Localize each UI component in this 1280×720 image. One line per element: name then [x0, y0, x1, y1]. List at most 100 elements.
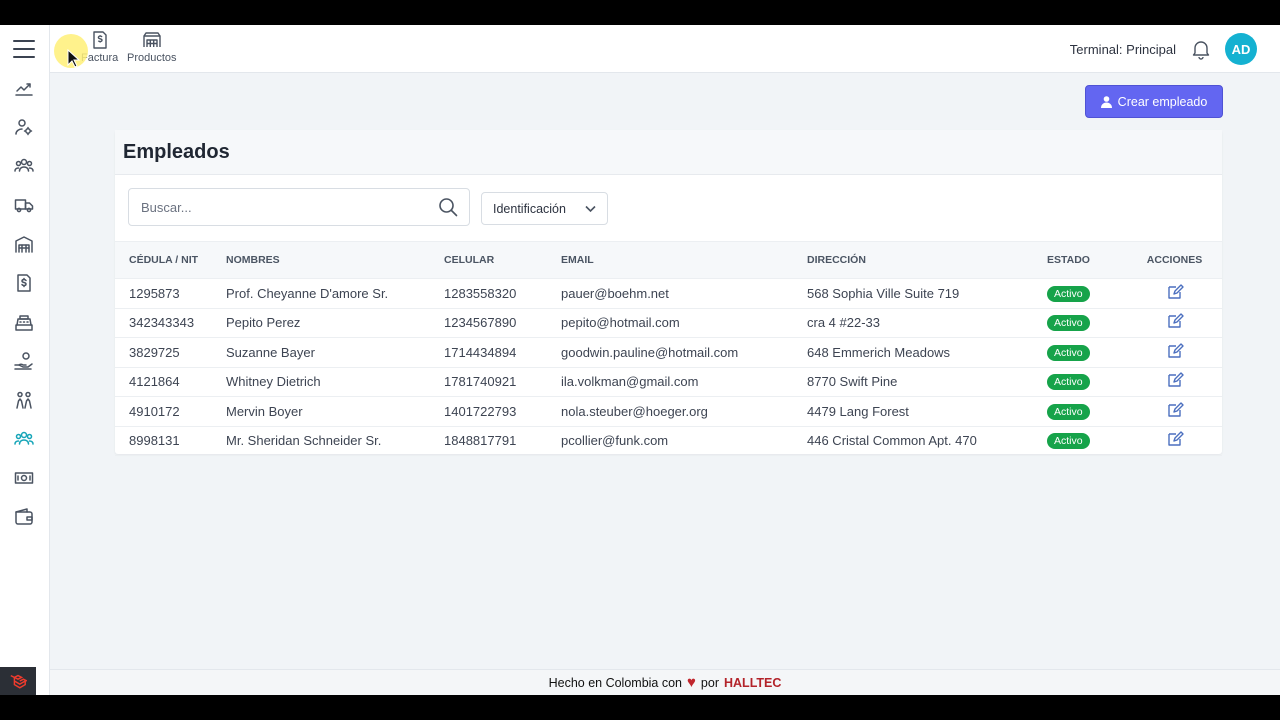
laravel-logo-icon	[0, 667, 36, 695]
cell-celular: 1781740921	[444, 374, 517, 390]
money-icon[interactable]	[13, 467, 35, 489]
cell-acciones	[1131, 308, 1222, 338]
cash-register-icon[interactable]	[13, 311, 35, 333]
chart-line-icon[interactable]	[13, 77, 35, 99]
heart-icon: ♥	[687, 674, 696, 691]
cell-acciones	[1131, 338, 1222, 368]
status-badge: Activo	[1047, 403, 1090, 420]
warehouse-icon	[143, 32, 161, 47]
cell-email: ila.volkman@gmail.com	[561, 374, 699, 390]
cell-nombres: Suzanne Bayer	[226, 344, 315, 360]
cell-cedula: 8998131	[129, 433, 180, 449]
cell-email: nola.steuber@hoeger.org	[561, 403, 708, 419]
invoice-icon	[92, 31, 107, 49]
cell-cedula: 1295873	[129, 285, 180, 301]
cell-celular: 1234567890	[444, 315, 517, 331]
footer: Hecho en Colombia con ♥ por HALLTEC	[50, 669, 1280, 695]
edit-icon[interactable]	[1166, 312, 1184, 330]
cell-nombres: Whitney Dietrich	[226, 374, 321, 390]
cell-acciones	[1131, 367, 1222, 397]
app-viewport: Factura Productos Terminal: Principal AD…	[0, 25, 1280, 695]
cell-cedula: 4910172	[129, 403, 180, 419]
table-row: 4910172 Mervin Boyer 1401722793 nola.steube…	[115, 397, 1222, 427]
invoice-icon[interactable]	[13, 272, 35, 294]
header-nombres: NOMBRES	[226, 254, 280, 266]
edit-icon[interactable]	[1166, 430, 1184, 448]
search-box	[128, 188, 470, 226]
shortcut-productos[interactable]: Productos	[127, 31, 177, 64]
table-row: 1295873 Prof. Cheyanne D'amore Sr. 1283558…	[115, 279, 1222, 309]
filter-select-value: Identificación	[493, 201, 566, 216]
cell-celular: 1283558320	[444, 285, 517, 301]
cell-cedula: 342343343	[129, 315, 195, 331]
cell-nombres: Mervin Boyer	[226, 403, 303, 419]
card-header: Empleados	[115, 130, 1222, 175]
header-email: EMAIL	[561, 254, 594, 266]
table-header-row: CÉDULA / NIT NOMBRES CELULAR EMAIL DIREC…	[115, 241, 1222, 279]
people-icon[interactable]	[13, 389, 35, 411]
status-badge: Activo	[1047, 285, 1090, 302]
users-group-icon[interactable]	[13, 155, 35, 177]
sidebar	[0, 25, 50, 695]
avatar[interactable]: AD	[1225, 33, 1257, 65]
filter-select[interactable]: Identificación	[481, 192, 608, 225]
header-estado: ESTADO	[1047, 254, 1090, 266]
cell-acciones	[1131, 397, 1222, 427]
status-badge: Activo	[1047, 374, 1090, 391]
edit-icon[interactable]	[1166, 401, 1184, 419]
table-row: 342343343 Pepito Perez 1234567890 pepito@ho…	[115, 308, 1222, 338]
cell-celular: 1848817791	[444, 433, 517, 449]
mouse-cursor-icon	[67, 49, 81, 68]
terminal-label[interactable]: Terminal: Principal	[1070, 42, 1176, 57]
header-acciones: ACCIONES	[1146, 254, 1203, 266]
header-celular: CELULAR	[444, 254, 495, 266]
status-badge: Activo	[1047, 344, 1090, 361]
cell-celular: 1714434894	[444, 344, 517, 360]
cell-email: pauer@boehm.net	[561, 285, 669, 301]
cell-nombres: Pepito Perez	[226, 315, 301, 331]
status-badge: Activo	[1047, 433, 1090, 450]
edit-icon[interactable]	[1166, 342, 1184, 360]
header-direccion: DIRECCIÓN	[807, 254, 866, 266]
page-title: Empleados	[123, 140, 230, 163]
cell-cedula: 3829725	[129, 344, 180, 360]
user-settings-icon[interactable]	[13, 116, 35, 138]
edit-icon[interactable]	[1166, 371, 1184, 389]
cell-celular: 1401722793	[444, 403, 517, 419]
cell-direccion: 648 Emmerich Meadows	[807, 344, 951, 360]
warehouse-icon[interactable]	[13, 233, 35, 255]
cell-acciones	[1131, 426, 1222, 456]
cell-email: goodwin.pauline@hotmail.com	[561, 344, 739, 360]
truck-icon[interactable]	[13, 194, 35, 216]
hand-coin-icon[interactable]	[13, 350, 35, 372]
hamburger-menu-icon[interactable]	[13, 40, 35, 58]
edit-icon[interactable]	[1166, 283, 1184, 301]
cell-email: pepito@hotmail.com	[561, 315, 680, 331]
table-row: 8998131 Mr. Sheridan Schneider Sr. 1848817…	[115, 426, 1222, 456]
search-icon[interactable]	[438, 197, 458, 217]
footer-text: Hecho en Colombia con	[548, 675, 683, 690]
cell-direccion: 446 Cristal Common Apt. 470	[807, 433, 977, 449]
status-badge: Activo	[1047, 315, 1090, 332]
bell-icon[interactable]	[1190, 38, 1212, 60]
wallet-icon[interactable]	[13, 506, 35, 528]
footer-by: por	[700, 675, 719, 690]
cell-estado: Activo	[1043, 426, 1131, 456]
cell-direccion: 4479 Lang Forest	[807, 403, 909, 419]
cell-email: pcollier@funk.com	[561, 433, 669, 449]
cell-cedula: 4121864	[129, 374, 180, 390]
cell-direccion: 568 Sophia Ville Suite 719	[807, 285, 960, 301]
create-employee-button[interactable]: Crear empleado	[1085, 85, 1223, 118]
table-row: 3829725 Suzanne Bayer 1714434894 goodwin.pa…	[115, 338, 1222, 368]
cell-direccion: cra 4 #22-33	[807, 315, 880, 331]
user-icon	[1100, 95, 1112, 108]
employees-card: Empleados Identificación CÉDULA / NIT NO…	[115, 130, 1222, 456]
employees-table: CÉDULA / NIT NOMBRES CELULAR EMAIL DIREC…	[115, 241, 1222, 456]
header-cedula: CÉDULA / NIT	[129, 254, 199, 266]
cell-acciones	[1131, 279, 1222, 309]
search-input[interactable]	[129, 189, 419, 225]
footer-brand[interactable]: HALLTEC	[724, 676, 781, 690]
employees-icon[interactable]	[13, 428, 35, 450]
cell-estado: Activo	[1043, 367, 1131, 397]
table-row: 4121864 Whitney Dietrich 1781740921 ila.vol…	[115, 367, 1222, 397]
